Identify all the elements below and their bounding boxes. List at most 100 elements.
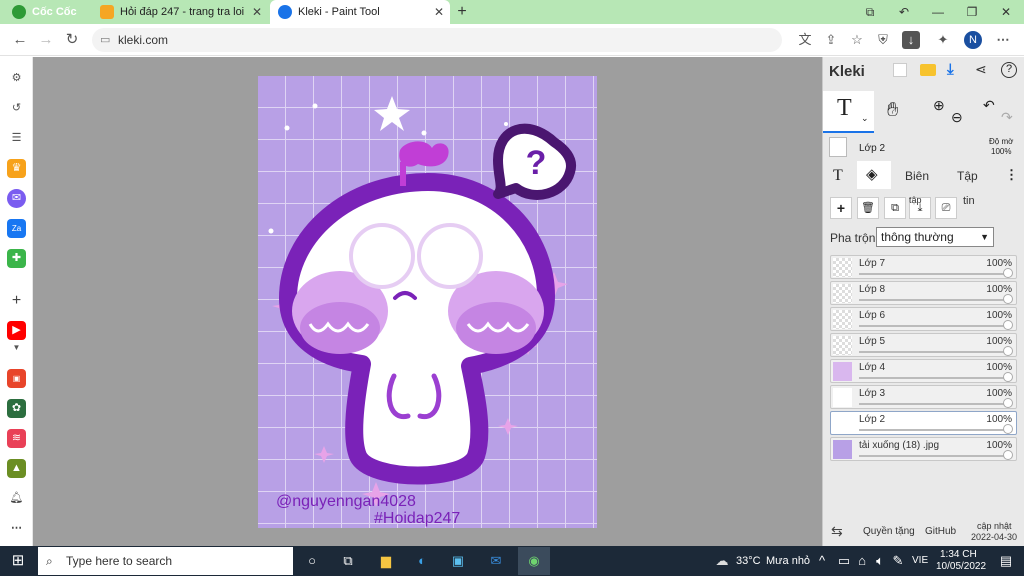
hand-tool-icon[interactable]: ✋︎ [887,99,898,122]
slider-knob[interactable] [1003,372,1013,382]
back-sync-icon[interactable]: ↶ [894,2,914,22]
zoom-out-icon[interactable]: ⊖ [951,109,963,126]
slider-knob[interactable] [1003,398,1013,408]
new-tab-button[interactable]: + [452,2,472,22]
file-explorer-icon[interactable]: ▆ [376,551,396,571]
layer-opacity-slider[interactable] [859,325,1008,327]
drawing-canvas[interactable]: ? @nguyenngan4028 #Hoidap247 [258,76,597,528]
coccoc-taskbar-icon[interactable]: ◉ [518,547,550,575]
help-icon[interactable]: ? [1001,62,1017,78]
slider-knob[interactable] [1003,346,1013,356]
shield-icon[interactable]: ⛨ [874,31,892,49]
slider-knob[interactable] [1003,320,1013,330]
translate-icon[interactable]: 文 [796,31,814,49]
settings-gear-icon[interactable]: ⚙ [7,69,26,88]
delete-layer-icon[interactable]: 🗑︎ [857,197,879,219]
github-link[interactable]: GitHub [925,526,956,537]
download-icon[interactable]: ↓ [902,31,920,49]
open-folder-icon[interactable] [920,64,936,76]
layer-item-selected[interactable]: Lớp 2 100% [830,411,1017,435]
new-image-icon[interactable] [893,63,907,77]
layer-item[interactable]: tải xuống (18) .jpg 100% [830,437,1017,461]
pen-icon[interactable]: ✎ [888,551,908,571]
close-tab-icon[interactable]: ✕ [252,5,262,19]
layer-opacity-slider[interactable] [859,299,1008,301]
layer-item[interactable]: Lớp 4 100% [830,359,1017,383]
forward-button[interactable]: → [36,30,56,50]
network-icon[interactable]: ⌂ [852,551,872,571]
extensions-icon[interactable]: ✦ [934,31,952,49]
rename-layer-icon[interactable]: ⎚ [935,197,957,219]
menu-dots-icon[interactable]: ⋯ [994,31,1012,49]
browser-brand[interactable]: Cốc Cốc [4,0,88,24]
layer-item[interactable]: Lớp 7 100% [830,255,1017,279]
blend-mode-select[interactable]: thông thường ▼ [876,227,994,247]
tab-search-icon[interactable]: ⧉ [860,2,880,22]
game-controller-icon[interactable]: ✚ [7,249,26,268]
layer-item[interactable]: Lớp 5 100% [830,333,1017,357]
tab-edit[interactable]: Biên [905,169,929,183]
game-app-icon[interactable]: ▲ [7,459,26,478]
windows-start-icon[interactable]: ⊞ [8,551,28,571]
crown-icon[interactable]: ♛ [7,159,26,178]
history-icon[interactable]: ↺ [7,99,26,118]
tab-kleki[interactable]: Kleki - Paint Tool ✕ [270,0,450,24]
bookmark-star-icon[interactable]: ☆ [848,31,866,49]
swap-sides-icon[interactable]: ⇆ [831,523,843,540]
edge-icon[interactable]: ◐ [412,551,432,571]
tab-file[interactable]: Tập [957,169,978,183]
slider-knob[interactable] [1003,424,1013,434]
duplicate-layer-icon[interactable]: ⧉ [884,197,906,219]
restore-button[interactable]: ❐ [962,2,982,22]
task-view-icon[interactable]: ⧉ [338,551,358,571]
notification-bell-icon[interactable]: 🔔︎ [7,489,26,508]
privacy-link[interactable]: Quyền tặng [863,526,915,537]
add-sidebar-item-icon[interactable]: + [7,291,26,310]
chevron-down-icon[interactable]: ▼ [7,343,26,353]
input-language[interactable]: VIE [912,555,928,566]
layer-opacity-slider[interactable] [859,273,1008,275]
layer-opacity-slider[interactable] [859,455,1008,457]
page-info-icon[interactable]: ▭ [100,28,110,52]
layer-opacity-slider[interactable] [859,429,1008,431]
youtube-icon[interactable]: ▶ [7,321,26,340]
undo-icon[interactable]: ↶ [983,97,995,114]
clock-date[interactable]: 10/05/2022 [936,561,986,572]
news-app-icon[interactable]: ≋ [7,429,26,448]
slider-knob[interactable] [1003,450,1013,460]
redo-icon[interactable]: ↷ [1001,109,1013,126]
more-vertical-icon[interactable]: ⋮ [1005,167,1018,183]
layer-item[interactable]: Lớp 3 100% [830,385,1017,409]
add-layer-button[interactable]: + [830,197,852,219]
tab-layers[interactable]: ◈ [857,161,891,189]
profile-avatar[interactable]: N [964,31,982,49]
lotus-app-icon[interactable]: ✿ [7,399,26,418]
slider-knob[interactable] [1003,294,1013,304]
zoom-in-icon[interactable]: ⊕ [933,97,945,114]
zalo-icon[interactable]: Za [7,219,26,238]
text-tool-button[interactable]: T ⌄ [823,91,874,133]
minimize-button[interactable]: — [928,2,948,22]
close-tab-icon[interactable]: ✕ [434,5,444,19]
volume-icon[interactable]: 🔈︎ [870,551,890,571]
layer-opacity-slider[interactable] [859,403,1008,405]
taskbar-search-box[interactable]: ⌕ Type here to search [38,547,293,575]
layer-opacity-slider[interactable] [859,377,1008,379]
tab-hoidap247[interactable]: Hỏi đáp 247 - trang tra loi ✕ [92,0,268,24]
save-download-icon[interactable]: ⤓ [947,61,954,78]
store-icon[interactable]: ▣ [448,551,468,571]
slider-knob[interactable] [1003,268,1013,278]
url-field[interactable]: ▭ kleki.com [92,28,782,52]
share-icon[interactable]: ⇪ [822,31,840,49]
cortana-icon[interactable]: ○ [302,551,322,571]
shopping-app-icon[interactable]: ▣ [7,369,26,388]
layer-item[interactable]: Lớp 6 100% [830,307,1017,331]
messenger-icon[interactable]: ✉ [7,189,26,208]
layer-opacity-slider[interactable] [859,351,1008,353]
share-icon[interactable]: ⋖ [975,61,987,78]
reload-button[interactable]: ↻ [62,30,82,50]
mail-icon[interactable]: ✉ [486,551,506,571]
back-button[interactable]: ← [10,30,30,50]
drawing-workspace[interactable]: ? @nguyenngan4028 #Hoidap247 [33,57,822,546]
tray-chevron-icon[interactable]: ^ [812,551,832,571]
